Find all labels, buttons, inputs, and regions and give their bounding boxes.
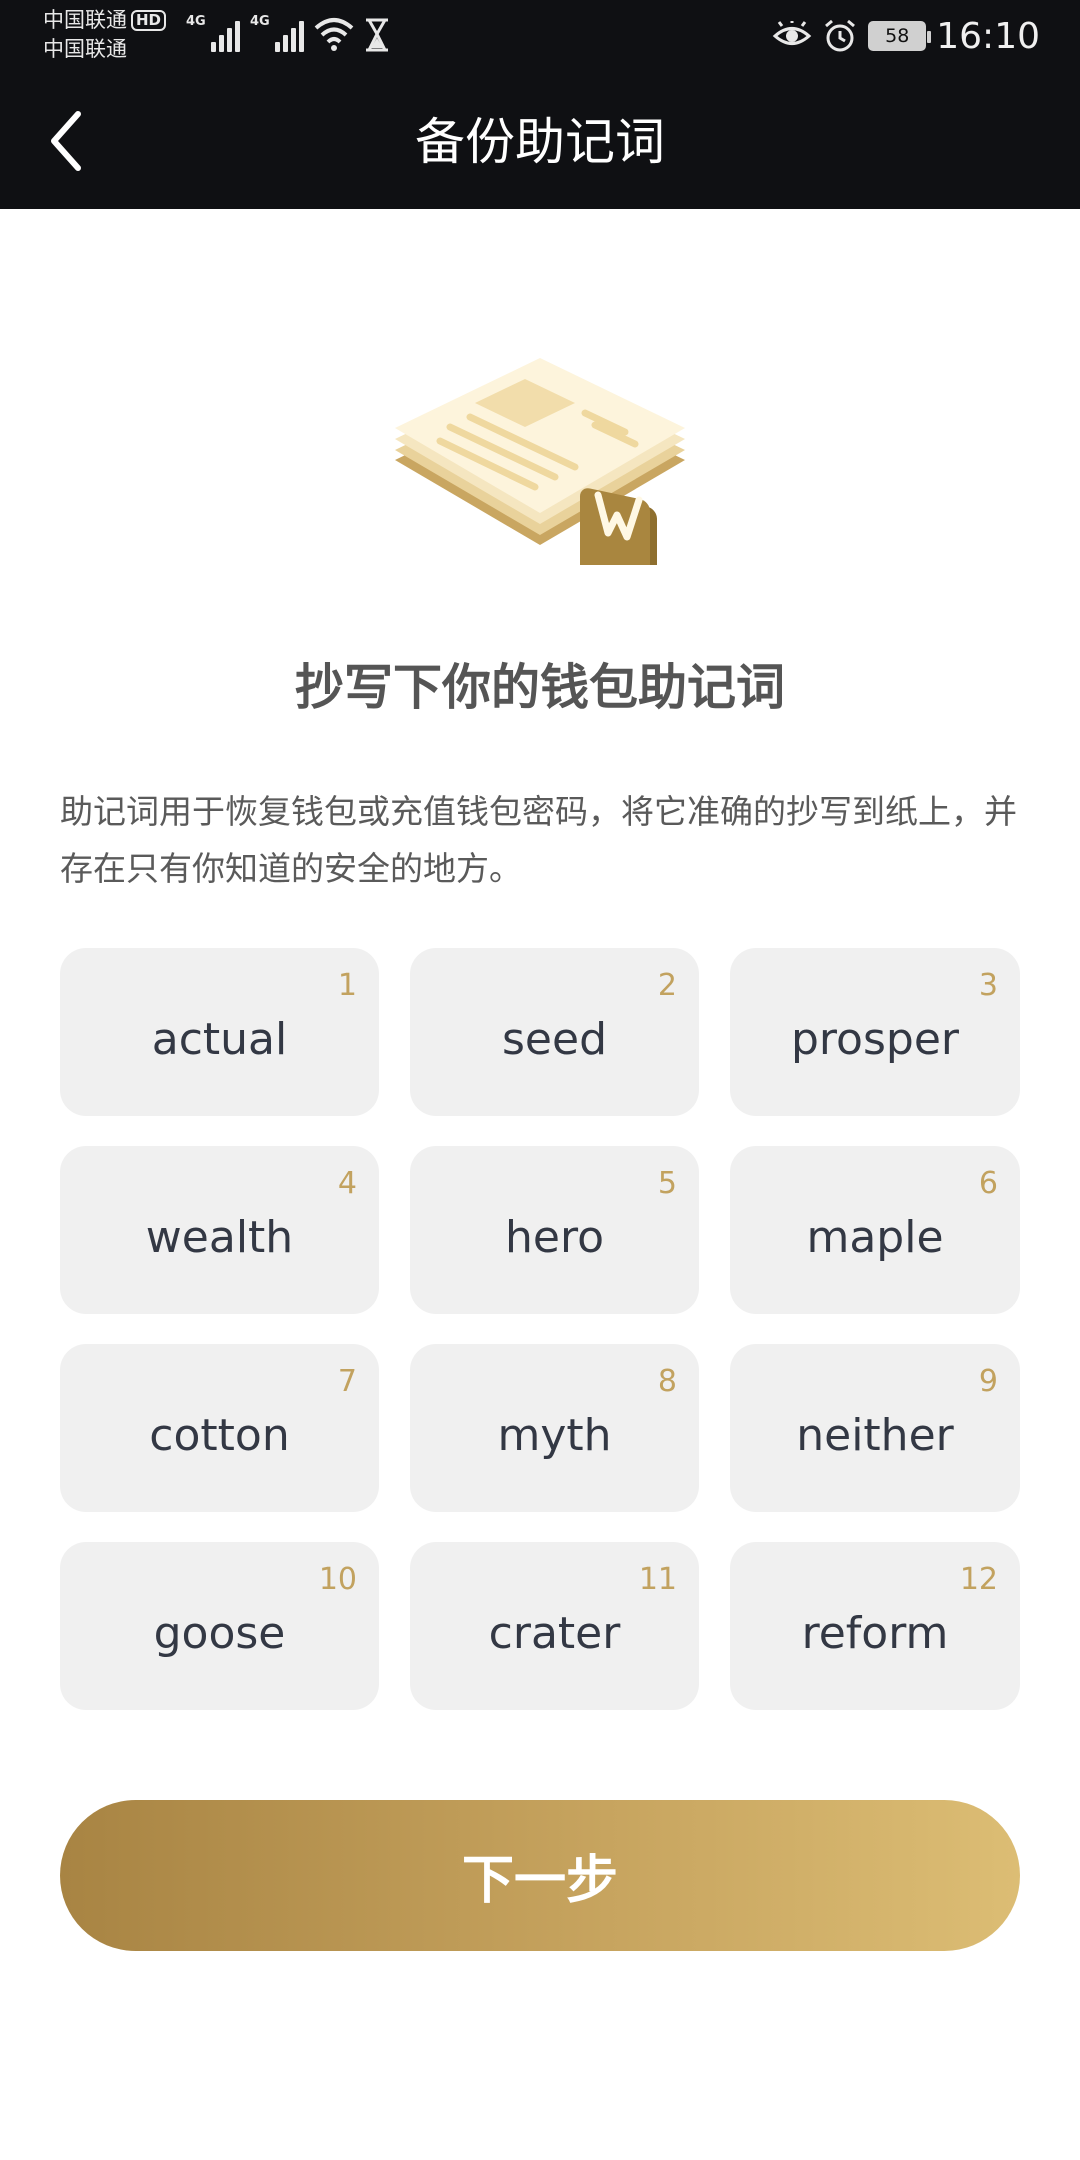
mnemonic-index: 4 — [337, 1166, 357, 1201]
mnemonic-index: 6 — [978, 1166, 998, 1201]
alarm-icon — [825, 19, 856, 52]
network-type-1: 4G — [186, 14, 206, 29]
status-bar: 中国联通 HD 中国联通 4G 4G 58 16:10 — [0, 0, 1080, 70]
top-bar: 中国联通 HD 中国联通 4G 4G 58 16:10 备份助记词 — [0, 0, 1080, 209]
hourglass-icon — [366, 18, 388, 52]
mnemonic-word-10: goose 10 — [60, 1542, 379, 1710]
carrier-2: 中国联通 — [43, 37, 127, 61]
mnemonic-index: 9 — [978, 1364, 998, 1399]
mnemonic-word-6: maple 6 — [730, 1146, 1020, 1314]
battery-indicator: 58 — [868, 21, 932, 51]
wallet-paper-stack-icon — [395, 358, 685, 565]
carrier-1: 中国联通 — [43, 8, 127, 32]
mnemonic-index: 2 — [657, 968, 677, 1003]
mnemonic-word: cotton — [149, 1409, 290, 1461]
mnemonic-word-2: seed 2 — [410, 948, 699, 1116]
mnemonic-word: wealth — [145, 1211, 294, 1263]
mnemonic-index: 3 — [978, 968, 998, 1003]
mnemonic-word-5: hero 5 — [410, 1146, 699, 1314]
mnemonic-index: 8 — [657, 1364, 677, 1399]
mnemonic-word-8: myth 8 — [410, 1344, 699, 1512]
mnemonic-word: neither — [796, 1409, 954, 1461]
signal-2-icon: 4G — [250, 14, 304, 52]
carrier-info: 中国联通 HD 中国联通 — [43, 6, 167, 64]
battery-level: 58 — [885, 25, 910, 47]
mnemonic-word: hero — [505, 1211, 604, 1263]
mnemonic-index: 1 — [337, 968, 357, 1003]
eye-comfort-icon — [772, 21, 812, 45]
hd-badge: HD — [131, 10, 167, 31]
mnemonic-index: 7 — [337, 1364, 357, 1399]
status-right: 58 16:10 — [772, 6, 1040, 66]
mnemonic-word: prosper — [791, 1013, 959, 1065]
next-step-button[interactable]: 下一步 — [60, 1800, 1020, 1951]
mnemonic-index: 5 — [657, 1166, 677, 1201]
mnemonic-index: 12 — [959, 1562, 998, 1597]
wifi-icon — [314, 18, 354, 51]
mnemonic-word-9: neither 9 — [730, 1344, 1020, 1512]
mnemonic-word-1: actual 1 — [60, 948, 379, 1116]
mnemonic-index: 10 — [318, 1562, 357, 1597]
mnemonic-word: myth — [497, 1409, 612, 1461]
mnemonic-word-4: wealth 4 — [60, 1146, 379, 1314]
mnemonic-word-7: cotton 7 — [60, 1344, 379, 1512]
network-type-2: 4G — [250, 14, 270, 29]
mnemonic-index: 11 — [638, 1562, 677, 1597]
mnemonic-word: maple — [806, 1211, 944, 1263]
mnemonic-word: seed — [502, 1013, 607, 1065]
mnemonic-word-3: prosper 3 — [730, 948, 1020, 1116]
section-heading: 抄写下你的钱包助记词 — [294, 659, 785, 716]
description-text: 助记词用于恢复钱包或充值钱包密码，将它准确的抄写到纸上，并存在只有你知道的安全的… — [60, 792, 1017, 888]
page-title: 备份助记词 — [415, 113, 665, 171]
mnemonic-word-12: reform 12 — [730, 1542, 1020, 1710]
mnemonic-word-11: crater 11 — [410, 1542, 699, 1710]
clock: 16:10 — [936, 15, 1040, 57]
signal-1-icon: 4G — [186, 14, 240, 52]
mnemonic-word: actual — [151, 1013, 288, 1065]
